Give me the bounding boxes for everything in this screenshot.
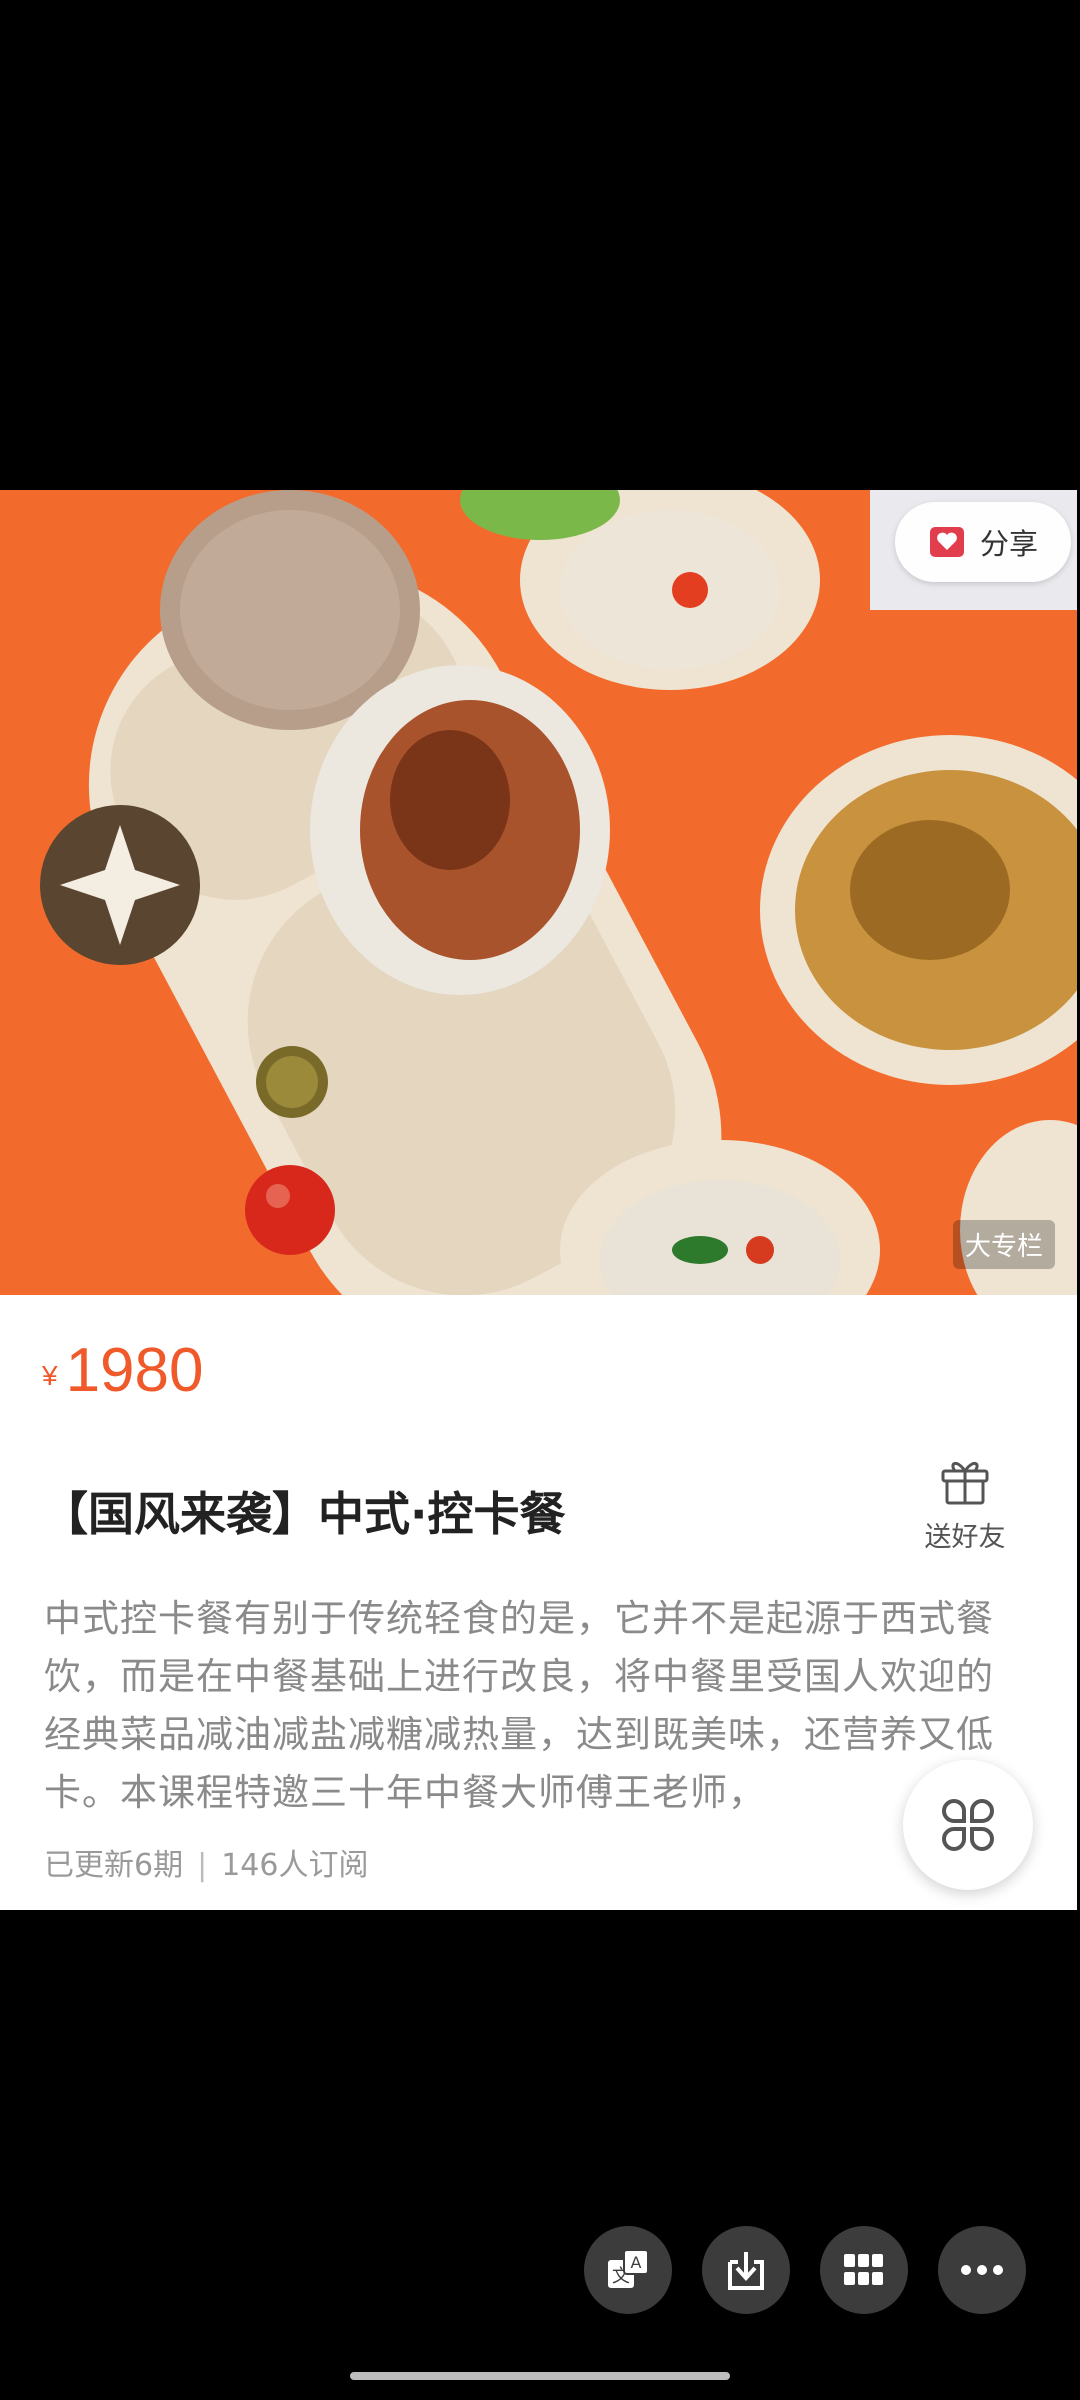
subscriber-count: 146人订阅	[221, 1848, 369, 1883]
translate-icon: 文 A	[608, 2249, 649, 2288]
divider: |	[197, 1848, 208, 1883]
gift-icon	[941, 1462, 989, 1505]
download-button[interactable]	[702, 2226, 790, 2314]
product-card: 分享 大专栏 ¥1980 【国风来袭】中式·控卡餐 送好友 中式控卡餐有别于传统…	[0, 490, 1077, 1910]
hero-image[interactable]: 分享 大专栏	[0, 490, 1077, 1295]
product-stats: 已更新6期 | 146人订阅	[44, 1840, 368, 1884]
grid-button[interactable]	[820, 2226, 908, 2314]
gift-label: 送好友	[924, 1522, 1006, 1553]
currency-symbol: ¥	[42, 1360, 58, 1391]
svg-text:A: A	[631, 2253, 642, 2272]
more-icon	[961, 2265, 1003, 2275]
share-heart-icon	[929, 527, 964, 557]
floating-menu-icon	[942, 1799, 994, 1851]
update-count: 已更新6期	[44, 1848, 184, 1883]
more-button[interactable]	[938, 2226, 1026, 2314]
floating-menu-button[interactable]	[903, 1760, 1033, 1890]
product-title: 【国风来袭】中式·控卡餐	[42, 1487, 566, 1541]
food-photo	[0, 490, 1077, 1295]
share-label: 分享	[979, 527, 1038, 561]
gift-to-friend-button[interactable]: 送好友	[915, 1455, 1015, 1554]
home-indicator[interactable]	[350, 2372, 730, 2380]
product-description: 中式控卡餐有别于传统轻食的是，它并不是起源于西式餐饮，而是在中餐基础上进行改良，…	[44, 1597, 994, 1814]
translate-button[interactable]: 文 A	[584, 2226, 672, 2314]
grid-icon	[844, 2254, 883, 2285]
image-viewer-toolbar: 文 A	[584, 2226, 1026, 2314]
watermark: 大专栏	[952, 1220, 1055, 1269]
price-value: 1980	[65, 1336, 204, 1405]
share-button[interactable]: 分享	[895, 502, 1071, 582]
price: ¥1980	[42, 1335, 204, 1406]
download-icon	[728, 2252, 764, 2290]
